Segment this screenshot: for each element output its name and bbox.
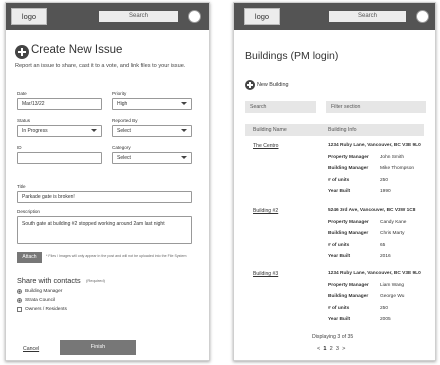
priority-value: High — [117, 101, 128, 107]
info-key: Building Manager — [328, 294, 369, 299]
prev-page-button[interactable]: < — [317, 346, 320, 352]
search-bar[interactable]: Search — [99, 11, 178, 22]
info-key: Year Built — [328, 254, 351, 259]
info-value: Chris Marty — [380, 231, 405, 236]
page-1-link[interactable]: 1 — [323, 346, 326, 352]
info-key: Building Manager — [328, 231, 369, 236]
reported-by-label: Reported By — [112, 118, 138, 123]
info-value: George Wu — [380, 294, 405, 299]
plus-circle-icon — [15, 45, 29, 59]
page-title: Buildings (PM login) — [245, 50, 339, 62]
building-address: 5246 3rd Ave, Vancouver, BC V3W 1C8 — [328, 208, 416, 213]
description-field[interactable]: South gate at building #2 stopped workin… — [17, 216, 192, 244]
building-link-3[interactable]: Building #3 — [253, 271, 278, 277]
owners-residents-checkbox[interactable] — [17, 307, 22, 312]
status-value: In Progress — [22, 128, 48, 134]
info-value: 250 — [380, 178, 389, 183]
column-header-info: Building Info — [328, 127, 357, 133]
info-key: Building Manager — [328, 166, 369, 171]
page-title: Create New Issue — [31, 44, 123, 56]
info-value: Liam Wang — [380, 283, 405, 288]
chevron-down-icon — [181, 102, 187, 105]
title-field[interactable]: Parkade gate is broken! — [17, 191, 192, 203]
share-required-note: (Required) — [86, 278, 105, 283]
info-key: Property Manager — [328, 283, 369, 288]
building-address: 1234 Ruby Lane, Vancouver, BC V3E 9L0 — [328, 143, 421, 148]
page-2-link[interactable]: 2 — [330, 346, 333, 352]
priority-label: Priority — [112, 91, 127, 96]
date-field[interactable]: Mar/13/22 — [17, 98, 102, 110]
info-value: Mike Thompson — [380, 166, 415, 171]
info-key: Property Manager — [328, 155, 369, 160]
create-issue-panel: logo Search Create New Issue Report an i… — [5, 2, 210, 361]
info-key: # of units — [328, 243, 350, 248]
pagination: < 1 2 3 > — [317, 346, 345, 352]
avatar[interactable] — [188, 10, 201, 23]
info-value: John Smith — [380, 155, 404, 160]
info-value: 1990 — [380, 189, 391, 194]
id-label: ID — [17, 145, 22, 150]
top-bar: logo Search — [234, 3, 435, 30]
building-manager-radio[interactable] — [17, 289, 22, 294]
building-link-the-centro[interactable]: The Centro — [253, 143, 278, 149]
logo[interactable]: logo — [11, 8, 47, 25]
chevron-down-icon — [181, 156, 187, 159]
date-label: Date — [17, 91, 27, 96]
building-address: 1234 Ruby Lane, Vancouver, BC V3E 9L0 — [328, 271, 421, 276]
reported-by-select[interactable]: Select — [112, 125, 192, 137]
chevron-down-icon — [181, 129, 187, 132]
page-3-link[interactable]: 3 — [336, 346, 339, 352]
cancel-link[interactable]: Cancel — [23, 346, 39, 352]
info-key: Year Built — [328, 317, 351, 322]
filter-input[interactable]: Filter section — [326, 101, 426, 113]
strata-council-radio[interactable] — [17, 298, 22, 303]
id-field[interactable] — [17, 152, 102, 164]
buildings-panel: logo Search Buildings (PM login) New Bui… — [233, 2, 436, 361]
info-key: Year Built — [328, 189, 351, 194]
info-key: # of units — [328, 178, 350, 183]
info-value: 2016 — [380, 254, 391, 259]
priority-select[interactable]: High — [112, 98, 192, 110]
displaying-count: Displaying 3 of 35 — [312, 334, 354, 340]
info-value: Candy Kane — [380, 220, 407, 225]
status-label: Status — [17, 118, 31, 123]
description-label: Description — [17, 209, 40, 214]
status-select[interactable]: In Progress — [17, 125, 102, 137]
info-key: # of units — [328, 306, 350, 311]
category-label: Category — [112, 145, 131, 150]
attach-button[interactable]: Attach — [17, 252, 42, 263]
column-header-name: Building Name — [253, 127, 287, 133]
table-header: Building Name Building Info — [245, 124, 424, 136]
next-page-button[interactable]: > — [342, 346, 345, 352]
strata-council-option: Strata Council — [25, 298, 56, 303]
chevron-down-icon — [91, 129, 97, 132]
info-key: Property Manager — [328, 220, 369, 225]
search-input[interactable]: Search — [245, 101, 316, 113]
finish-button[interactable]: Finish — [60, 340, 136, 355]
building-link-2[interactable]: Building #2 — [253, 208, 278, 214]
search-bar[interactable]: Search — [329, 11, 406, 22]
owners-residents-option: Owners / Residents — [25, 307, 67, 312]
building-manager-option: Building Manager — [25, 289, 63, 294]
logo[interactable]: logo — [244, 8, 280, 25]
title-label: Title — [17, 184, 26, 189]
new-building-link[interactable]: New Building — [257, 82, 288, 88]
plus-circle-icon[interactable] — [245, 80, 255, 90]
category-select[interactable]: Select — [112, 152, 192, 164]
intro-text: Report an issue to share, cast it to a v… — [15, 63, 186, 69]
share-heading: Share with contacts — [17, 276, 81, 285]
category-value: Select — [117, 155, 131, 161]
info-value: 65 — [380, 243, 386, 248]
top-bar: logo Search — [6, 3, 209, 30]
avatar[interactable] — [416, 10, 429, 23]
info-value: 2005 — [380, 317, 391, 322]
reported-by-value: Select — [117, 128, 131, 134]
info-value: 250 — [380, 306, 389, 311]
attach-note: * Files / Images will only appear in the… — [46, 254, 187, 258]
